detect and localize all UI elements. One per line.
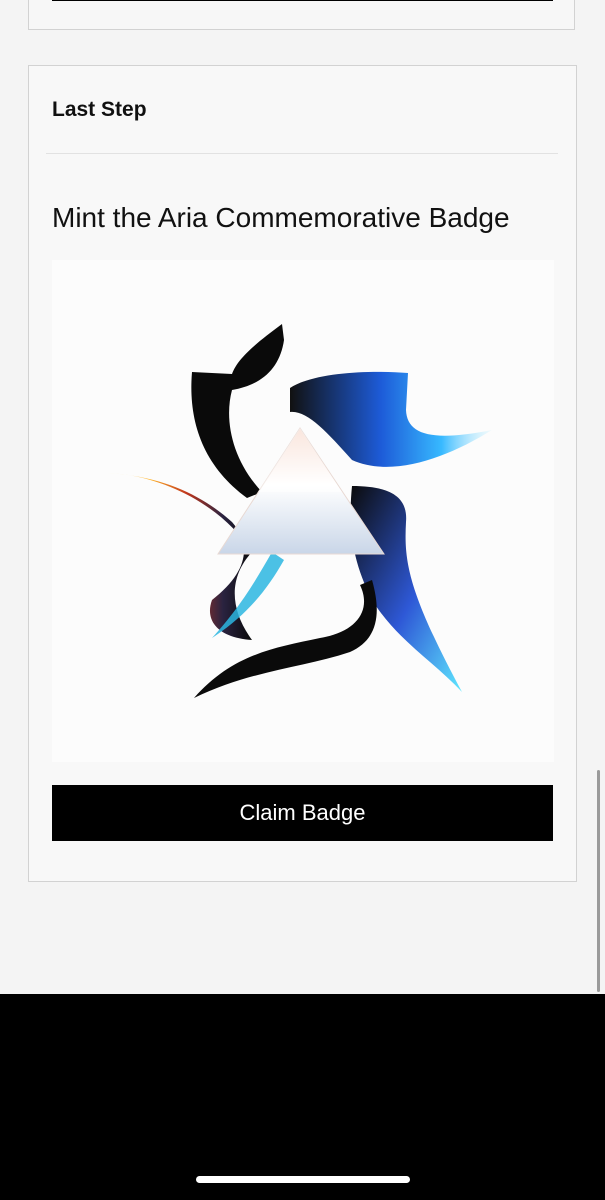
badge-image: [52, 260, 554, 762]
previous-card-button[interactable]: [52, 0, 553, 1]
previous-card: [28, 0, 575, 30]
last-step-card: Last Step Mint the Aria Commemorative Ba…: [28, 65, 577, 882]
star-prism-icon: [107, 324, 492, 698]
claim-badge-button[interactable]: Claim Badge: [52, 785, 553, 841]
bottom-panel: [0, 994, 605, 1200]
home-indicator[interactable]: [196, 1176, 410, 1183]
card-divider: [46, 153, 558, 154]
scrollbar[interactable]: [597, 770, 600, 992]
card-title: Last Step: [52, 98, 147, 121]
badge-headline: Mint the Aria Commemorative Badge: [52, 202, 510, 233]
